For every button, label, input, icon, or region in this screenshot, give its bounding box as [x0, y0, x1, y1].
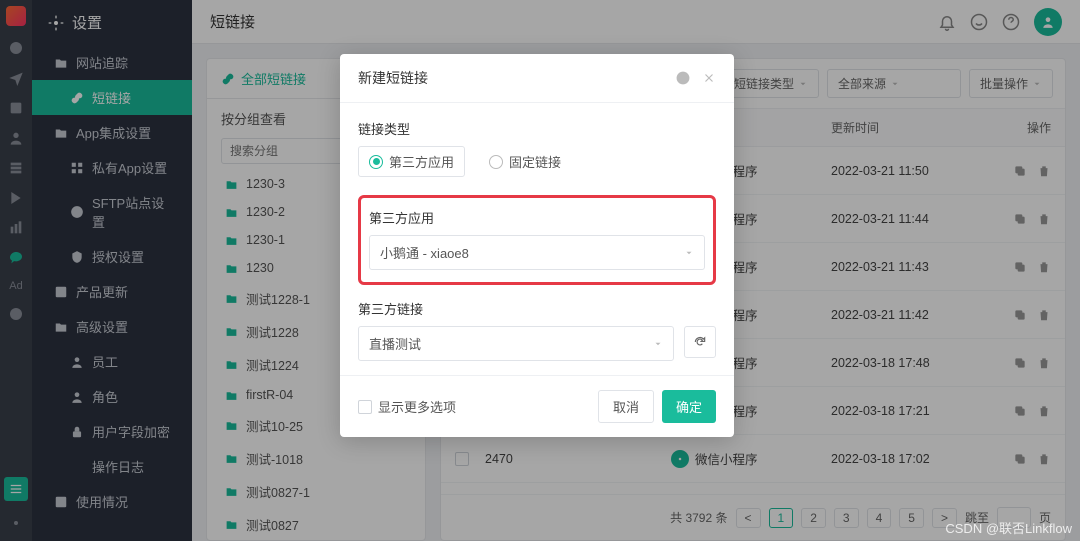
radio-group-link-type: 第三方应用 固定链接 — [358, 146, 716, 177]
radio-third-party[interactable]: 第三方应用 — [358, 146, 465, 177]
new-shortlink-modal: 新建短链接 链接类型 第三方应用 固定链接 第三方应用 小鹅通 - xiaoe8… — [340, 54, 734, 437]
confirm-button[interactable]: 确定 — [662, 390, 716, 423]
third-app-select[interactable]: 小鹅通 - xiaoe8 — [369, 235, 705, 270]
label-link-type: 链接类型 — [358, 119, 716, 138]
highlighted-section: 第三方应用 小鹅通 - xiaoe8 — [358, 195, 716, 285]
chevron-down-icon — [653, 339, 663, 349]
checkbox-icon — [358, 400, 372, 414]
chevron-down-icon — [684, 248, 694, 258]
help-icon[interactable] — [676, 71, 690, 85]
show-more-checkbox[interactable]: 显示更多选项 — [358, 397, 456, 416]
watermark: CSDN @联否Linkflow — [945, 518, 1072, 537]
radio-fixed-link[interactable]: 固定链接 — [489, 146, 561, 177]
label-third-app: 第三方应用 — [369, 208, 705, 227]
modal-header: 新建短链接 — [340, 54, 734, 103]
reload-button[interactable] — [684, 326, 716, 358]
modal-title: 新建短链接 — [358, 68, 428, 88]
close-icon[interactable] — [702, 71, 716, 85]
reload-icon — [693, 335, 707, 349]
label-third-link: 第三方链接 — [358, 299, 716, 318]
cancel-button[interactable]: 取消 — [598, 390, 654, 423]
modal-footer: 显示更多选项 取消 确定 — [340, 375, 734, 437]
third-link-select[interactable]: 直播测试 — [358, 326, 674, 361]
